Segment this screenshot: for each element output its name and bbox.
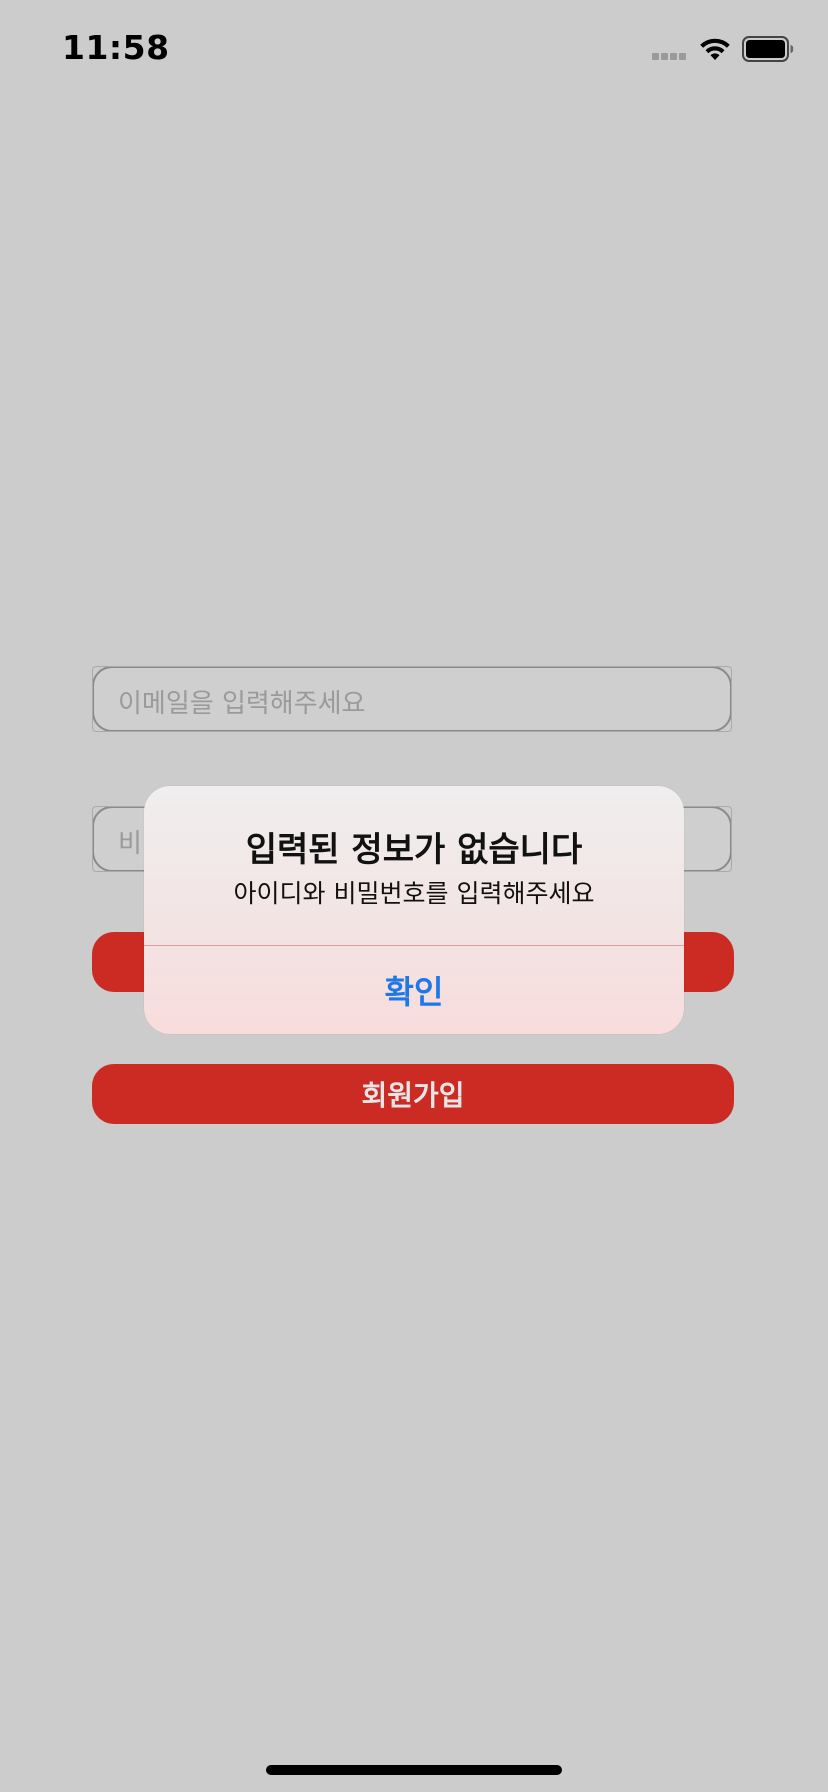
signup-button-label: 회원가입: [361, 1079, 465, 1112]
status-time: 11:58: [62, 28, 170, 67]
alert-dialog: 입력된 정보가 없습니다 아이디와 비밀번호를 입력해주세요 확인: [144, 786, 684, 1034]
email-placeholder: 이메일을 입력해주세요: [118, 689, 366, 719]
signup-button[interactable]: 회원가입: [92, 1064, 734, 1124]
email-field[interactable]: 이메일을 입력해주세요: [92, 666, 732, 732]
battery-icon: [742, 36, 794, 62]
alert-title: 입력된 정보가 없습니다: [245, 830, 583, 870]
signal-icon: [652, 53, 690, 61]
alert-message: 아이디와 비밀번호를 입력해주세요: [233, 879, 595, 908]
home-indicator[interactable]: [266, 1765, 562, 1775]
wifi-icon: [700, 38, 730, 60]
password-placeholder: 비: [118, 829, 142, 859]
alert-confirm-label: 확인: [384, 973, 444, 1011]
status-bar: 11:58: [0, 0, 828, 100]
alert-confirm-button[interactable]: 확인: [144, 946, 684, 1034]
